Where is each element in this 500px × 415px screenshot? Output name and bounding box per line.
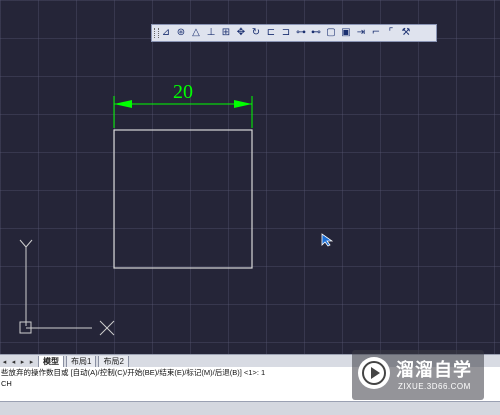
dimension-linear-icon[interactable]: ⊿ [160, 27, 172, 39]
watermark-logo: 溜溜自学 ZIXUE.3D66.COM [352, 350, 484, 400]
toolbar-icons: ⊿ ⊛ △ ⊥ ⊞ ✥ ↻ ⊏ ⊐ ⊶ ⊷ ▢ ▣ ⇥ ⌐ ⌜ ⚒ [160, 27, 412, 39]
tab-layout2[interactable]: 布局2 [98, 355, 129, 368]
tolerance-icon[interactable]: ⊶ [295, 27, 307, 39]
grid-icon[interactable]: ⊞ [220, 27, 232, 39]
square-shape[interactable] [113, 129, 253, 269]
drawing-svg: 20 [19, 81, 253, 336]
copy-icon[interactable]: ▣ [340, 27, 352, 39]
arc-leader-icon[interactable]: ⌜ [385, 27, 397, 39]
ucs-icon [19, 239, 115, 336]
angular-icon[interactable]: △ [190, 27, 202, 39]
nav-prev-icon[interactable]: ◂ [9, 358, 18, 366]
nav-next-icon[interactable]: ▸ [18, 358, 27, 366]
mouse-cursor-icon [321, 233, 334, 252]
move-icon[interactable]: ✥ [235, 27, 247, 39]
watermark-url: ZIXUE.3D66.COM [398, 382, 471, 391]
tab-layout1[interactable]: 布局1 [66, 355, 97, 368]
jog-icon[interactable]: ⇥ [355, 27, 367, 39]
box-icon[interactable]: ▢ [325, 27, 337, 39]
continue-icon[interactable]: ⊐ [280, 27, 292, 39]
magic-icon[interactable]: ⚒ [400, 27, 412, 39]
radius-icon[interactable]: ⊛ [175, 27, 187, 39]
status-bar [0, 401, 500, 415]
watermark-name: 溜溜自学 [396, 360, 472, 380]
play-logo-icon [358, 357, 390, 389]
drawing-canvas[interactable]: 20 [0, 0, 500, 354]
tab-model[interactable]: 模型 [38, 355, 64, 368]
leader-icon[interactable]: ⌐ [370, 27, 382, 39]
baseline-icon[interactable]: ⊏ [265, 27, 277, 39]
nav-last-icon[interactable]: ▸ [27, 358, 36, 366]
ordinate-icon[interactable]: ⊥ [205, 27, 217, 39]
rotate-icon[interactable]: ↻ [250, 27, 262, 39]
break-icon[interactable]: ⊷ [310, 27, 322, 39]
dimension-toolbar[interactable]: ⊿ ⊛ △ ⊥ ⊞ ✥ ↻ ⊏ ⊐ ⊶ ⊷ ▢ ▣ ⇥ ⌐ ⌜ ⚒ [151, 24, 437, 42]
dimension-annotation[interactable]: 20 [113, 81, 253, 128]
toolbar-grip[interactable] [154, 28, 159, 38]
nav-first-icon[interactable]: ◂ [0, 358, 9, 366]
dimension-text: 20 [173, 81, 193, 103]
